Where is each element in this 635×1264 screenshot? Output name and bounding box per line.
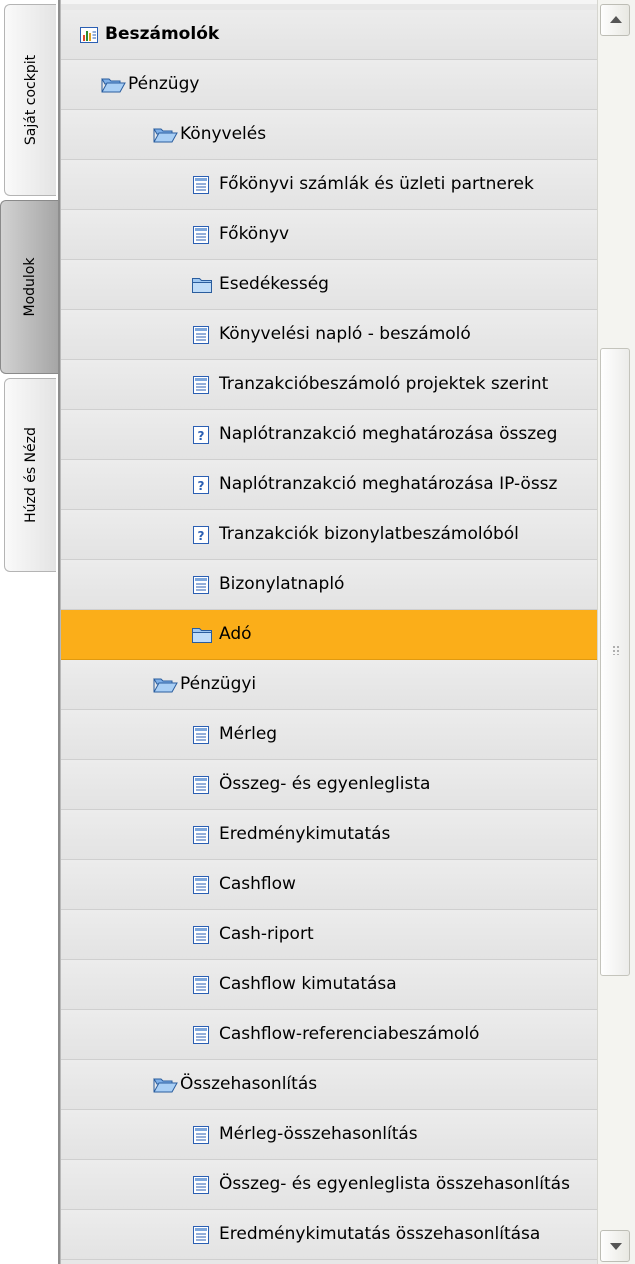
tree-item-row[interactable]: ? Naplótranzakció meghatározása IP-össz <box>61 460 598 510</box>
tab-modulok[interactable]: Modulok <box>0 200 58 374</box>
tree-item-label: Tranzakciók bizonylatbeszámolóból <box>219 524 519 544</box>
query-document-icon: ? <box>191 525 211 545</box>
tree-item-row[interactable]: Tranzakcióbeszámoló projektek szerint <box>61 360 598 410</box>
tree-item-row[interactable]: Eredménykimutatás <box>61 810 598 860</box>
tree-item-row[interactable]: Eredménykimutatás összehasonlítása <box>61 1210 598 1260</box>
svg-text:?: ? <box>198 429 205 443</box>
tree-item-label: Pénzügy <box>128 74 200 94</box>
tree-item-row[interactable]: Mérleg <box>61 710 598 760</box>
tree-item-label: Mérleg <box>219 724 278 744</box>
tree-item-row[interactable]: Cashflow-referenciabeszámoló <box>61 1010 598 1060</box>
report-document-icon <box>191 1125 211 1145</box>
tree-folder-row[interactable]: Pénzügy <box>61 60 598 110</box>
folder-open-icon <box>101 75 127 95</box>
tree-folder-row[interactable]: Adó <box>61 610 598 660</box>
tree-item-row[interactable]: Összeg- és egyenleglista összehasonlítás <box>61 1160 598 1210</box>
tab-label: Modulok <box>21 257 38 317</box>
tree-item-label: Mérleg-összehasonlítás <box>219 1124 418 1144</box>
query-document-icon: ? <box>191 425 211 445</box>
report-document-icon <box>191 325 211 345</box>
report-chart-icon <box>79 25 99 45</box>
tree-item-label: Összeg- és egyenleglista <box>219 774 431 794</box>
tree-item-row[interactable]: Cashflow kimutatása <box>61 960 598 1010</box>
tree-item-label: Bizonylatnapló <box>219 574 345 594</box>
tab-label: Saját cockpit <box>22 54 39 146</box>
grip-icon <box>612 645 620 655</box>
tree-item-label: Cashflow <box>219 874 296 894</box>
tree-item-label: Összehasonlítás <box>180 1074 318 1094</box>
tree-item-label: Cashflow kimutatása <box>219 974 397 994</box>
tree-item-label: Naplótranzakció meghatározása összeg <box>219 424 558 444</box>
tree-item-row[interactable]: Cash-riport <box>61 910 598 960</box>
tree-item-label: Tranzakcióbeszámoló projektek szerint <box>219 374 549 394</box>
folder-closed-icon <box>191 625 212 645</box>
arrow-up-icon <box>610 16 622 23</box>
report-document-icon <box>191 975 211 995</box>
tree-folder-row[interactable]: Könyvelés <box>61 110 598 160</box>
tree-item-label: Főkönyvi számlák és üzleti partnerek <box>219 174 534 194</box>
tree-item-label: Naplótranzakció meghatározása IP-össz <box>219 474 558 494</box>
report-document-icon <box>191 175 211 195</box>
report-document-icon <box>191 875 211 895</box>
tree-item-label: Összeg- és egyenleglista összehasonlítás <box>219 1174 570 1194</box>
report-document-icon <box>191 775 211 795</box>
report-document-icon <box>191 575 211 595</box>
scroll-down-button[interactable] <box>600 1230 630 1262</box>
folder-open-icon <box>153 125 179 145</box>
tree-top-border <box>61 0 597 4</box>
tree-folder-row[interactable]: Beszámolók <box>61 10 598 60</box>
svg-text:?: ? <box>198 479 205 493</box>
tree-item-label: Cash-riport <box>219 924 314 944</box>
tree-item-row[interactable]: Bizonylatnapló <box>61 560 598 610</box>
tree-item-label: Adó <box>219 624 252 644</box>
reports-tree: Beszámolók Pénzügy Könyvelés Főkönyvi száml… <box>60 0 598 1264</box>
module-tab-strip: Saját cockpit Modulok Húzd és Nézd <box>0 0 60 1264</box>
tree-item-row[interactable]: Könyvelési napló - beszámoló <box>61 310 598 360</box>
tree-item-label: Cashflow-referenciabeszámoló <box>219 1024 480 1044</box>
report-document-icon <box>191 925 211 945</box>
tree-item-row[interactable]: Főkönyv <box>61 210 598 260</box>
arrow-down-icon <box>610 1243 622 1250</box>
tree-folder-row[interactable]: Pénzügyi <box>61 660 598 710</box>
folder-closed-icon <box>191 275 212 295</box>
folder-open-icon <box>153 1075 179 1095</box>
tree-item-label: Főkönyv <box>219 224 290 244</box>
tab-label: Húzd és Nézd <box>22 427 39 523</box>
tree-item-row[interactable]: Cashflow <box>61 860 598 910</box>
tree-item-row[interactable]: Összeg- és egyenleglista <box>61 760 598 810</box>
report-document-icon <box>191 825 211 845</box>
tree-item-row[interactable]: ? Naplótranzakció meghatározása összeg <box>61 410 598 460</box>
report-document-icon <box>191 1025 211 1045</box>
tree-item-row[interactable]: ? Tranzakciók bizonylatbeszámolóból <box>61 510 598 560</box>
tree-item-label: Beszámolók <box>105 24 220 44</box>
tree-item-row[interactable]: Főkönyvi számlák és üzleti partnerek <box>61 160 598 210</box>
vertical-scrollbar[interactable] <box>597 0 635 1264</box>
tab-sajat-cockpit[interactable]: Saját cockpit <box>4 4 56 196</box>
report-document-icon <box>191 225 211 245</box>
report-document-icon <box>191 1175 211 1195</box>
tree-item-label: Eredménykimutatás <box>219 824 391 844</box>
scroll-thumb[interactable] <box>600 348 630 976</box>
tab-huzd-es-nezd[interactable]: Húzd és Nézd <box>4 378 56 572</box>
tree-item-label: Könyvelés <box>180 124 267 144</box>
svg-text:?: ? <box>198 529 205 543</box>
tree-item-label: Eredménykimutatás összehasonlítása <box>219 1224 541 1244</box>
report-document-icon <box>191 375 211 395</box>
tree-folder-row[interactable]: Esedékesség <box>61 260 598 310</box>
tree-item-row[interactable]: Mérleg-összehasonlítás <box>61 1110 598 1160</box>
query-document-icon: ? <box>191 475 211 495</box>
tree-item-label: Esedékesség <box>219 274 329 294</box>
tree-item-label: Könyvelési napló - beszámoló <box>219 324 471 344</box>
tree-item-label: Pénzügyi <box>180 674 257 694</box>
scroll-up-button[interactable] <box>600 4 630 36</box>
folder-open-icon <box>153 675 179 695</box>
report-document-icon <box>191 1225 211 1245</box>
report-document-icon <box>191 725 211 745</box>
tree-folder-row[interactable]: Összehasonlítás <box>61 1060 598 1110</box>
